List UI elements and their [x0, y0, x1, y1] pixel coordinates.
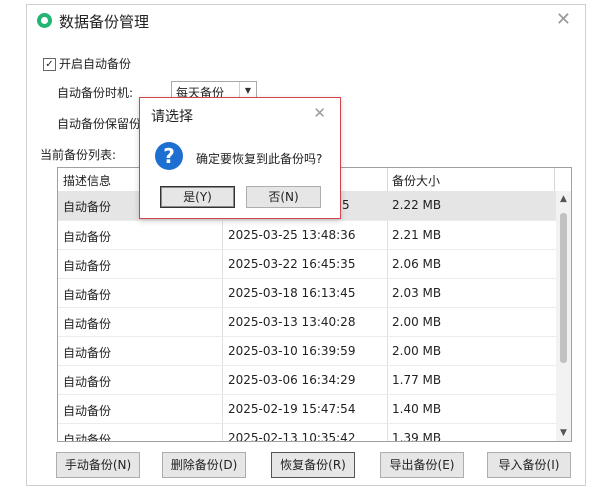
header-separator [387, 168, 388, 191]
enable-auto-backup-label: 开启自动备份 [59, 57, 132, 71]
table-row[interactable]: 自动备份 2025-02-19 15:47:54 1.40 MB [58, 395, 556, 424]
table-row[interactable]: 自动备份 2025-02-13 10:35:42 1.39 MB [58, 424, 556, 442]
row-description: 自动备份 [63, 346, 112, 360]
row-time: 2025-02-13 10:35:42 [228, 431, 356, 442]
chevron-down-icon[interactable]: ▼ [556, 428, 571, 438]
yes-button[interactable]: 是(Y) [160, 186, 235, 208]
row-description: 自动备份 [63, 375, 112, 389]
row-time: 2025-03-06 16:34:29 [228, 373, 356, 387]
row-size: 1.77 MB [392, 373, 442, 387]
row-size: 2.03 MB [392, 286, 442, 300]
app-logo-icon [37, 13, 52, 28]
row-size: 2.00 MB [392, 344, 442, 358]
row-size: 1.40 MB [392, 402, 442, 416]
dialog-message: 确定要恢复到此备份吗? [196, 152, 323, 166]
row-description: 自动备份 [63, 317, 112, 331]
table-row[interactable]: 自动备份 2025-03-18 16:13:45 2.03 MB [58, 279, 556, 308]
title-bar: 数据备份管理 ✕ [27, 5, 585, 35]
header-separator [554, 168, 555, 191]
row-description: 自动备份 [63, 288, 112, 302]
backup-timing-label: 自动备份时机: [57, 86, 134, 100]
row-time: 2025-03-13 13:40:28 [228, 315, 356, 329]
confirm-restore-dialog: 请选择 ✕ ? 确定要恢复到此备份吗? 是(Y) 否(N) [139, 97, 341, 219]
backup-retention-label: 自动备份保留份 [57, 117, 142, 131]
row-time: 5 [342, 198, 350, 212]
row-description: 自动备份 [63, 230, 112, 244]
table-row[interactable]: 自动备份 2025-03-25 13:48:36 2.21 MB [58, 221, 556, 250]
window-title: 数据备份管理 [59, 13, 150, 31]
row-time: 2025-02-19 15:47:54 [228, 402, 356, 416]
row-size: 2.00 MB [392, 315, 442, 329]
manual-backup-button[interactable]: 手动备份(N) [56, 452, 140, 478]
table-row[interactable]: 自动备份 2025-03-22 16:45:35 2.06 MB [58, 250, 556, 279]
table-row[interactable]: 自动备份 2025-03-13 13:40:28 2.00 MB [58, 308, 556, 337]
dialog-close-icon[interactable]: ✕ [313, 104, 326, 122]
row-description: 自动备份 [63, 433, 112, 442]
backup-manager-window: 数据备份管理 ✕ ✓ 开启自动备份 自动备份时机: 每天备份 ▼ 自动备份保留份… [26, 4, 586, 486]
no-button[interactable]: 否(N) [246, 186, 321, 208]
question-icon: ? [155, 142, 183, 170]
table-row[interactable]: 自动备份 2025-03-06 16:34:29 1.77 MB [58, 366, 556, 395]
scroll-thumb[interactable] [560, 213, 567, 363]
row-size: 2.21 MB [392, 228, 442, 242]
dialog-title: 请选择 [151, 109, 193, 125]
export-backup-button[interactable]: 导出备份(E) [380, 452, 464, 478]
table-row[interactable]: 自动备份 2025-03-10 16:39:59 2.00 MB [58, 337, 556, 366]
chevron-up-icon[interactable]: ▲ [556, 194, 571, 204]
row-size: 2.06 MB [392, 257, 442, 271]
row-description: 自动备份 [63, 259, 112, 273]
row-time: 2025-03-25 13:48:36 [228, 228, 356, 242]
import-backup-button[interactable]: 导入备份(I) [487, 452, 571, 478]
row-size: 1.39 MB [392, 431, 442, 442]
backup-list-label: 当前备份列表: [40, 148, 117, 162]
restore-backup-button[interactable]: 恢复备份(R) [271, 452, 355, 478]
row-description: 自动备份 [63, 200, 112, 214]
row-time: 2025-03-22 16:45:35 [228, 257, 356, 271]
row-time: 2025-03-18 16:13:45 [228, 286, 356, 300]
header-size[interactable]: 备份大小 [392, 172, 440, 189]
header-description[interactable]: 描述信息 [63, 172, 111, 189]
row-size: 2.22 MB [392, 198, 442, 212]
window-close-icon[interactable]: ✕ [556, 9, 571, 30]
row-time: 2025-03-10 16:39:59 [228, 344, 356, 358]
row-description: 自动备份 [63, 404, 112, 418]
delete-backup-button[interactable]: 删除备份(D) [162, 452, 246, 478]
table-scrollbar[interactable]: ▲ ▼ [556, 191, 571, 441]
enable-auto-backup-checkbox[interactable]: ✓ [43, 58, 56, 71]
